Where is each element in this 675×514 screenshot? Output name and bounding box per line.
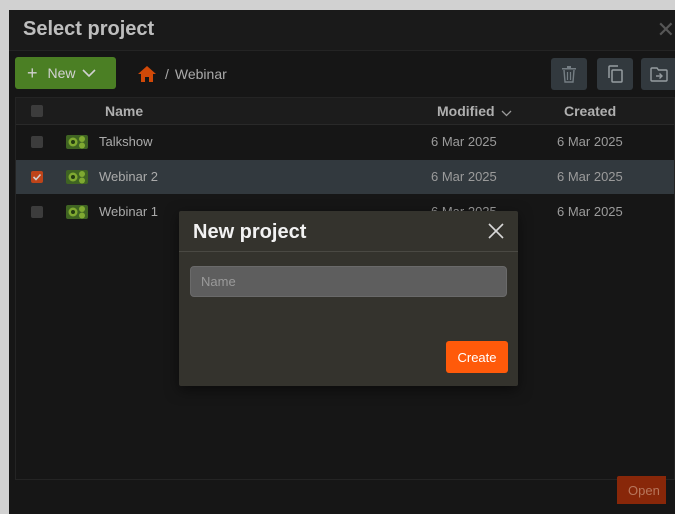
project-name-input[interactable] xyxy=(190,266,507,297)
create-button[interactable]: Create xyxy=(446,341,508,373)
dialog-title: New project xyxy=(193,221,307,243)
dialog-close-icon[interactable] xyxy=(486,221,506,241)
new-project-dialog: New project Create xyxy=(179,211,518,386)
dialog-divider xyxy=(179,251,518,252)
